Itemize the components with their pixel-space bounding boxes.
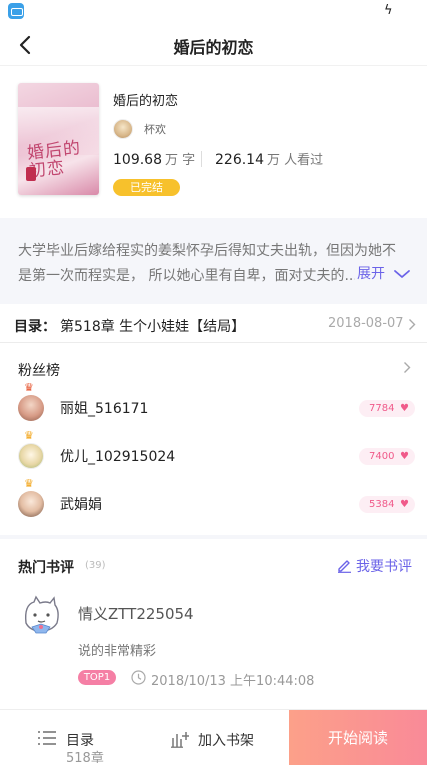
top-badge: TOP1 [78, 670, 116, 685]
chevron-right-icon [404, 362, 411, 373]
page-title: 婚后的初恋 [173, 38, 254, 57]
clock-icon [131, 670, 146, 685]
book-info: 婚后的初恋 婚后的初恋 杯欢 109.68 万 字 226.14 万 人看过 已完结 [0, 66, 427, 216]
chevron-down-icon [394, 270, 411, 278]
write-review-label: 我要书评 [356, 559, 412, 575]
fan-item[interactable]: ♛ 丽姐_516171 7784 ♥ [0, 382, 427, 437]
add-to-shelf-label: 加入书架 [198, 733, 254, 749]
intro-text: 大学毕业后嫁给程实的姜梨怀孕后得知丈夫出轨，但因为她不是第一次而程实是， 所以她… [18, 243, 396, 284]
fan-avatar [18, 443, 44, 469]
reviews-count: (39) [85, 560, 106, 571]
bottom-action-bar: 目录 518章 加入书架 开始阅读 [0, 709, 427, 765]
start-reading-button[interactable]: 开始阅读 [289, 710, 427, 765]
crown-icon: ♛ [24, 429, 34, 442]
author-name[interactable]: 杯欢 [144, 121, 166, 137]
book-intro: 大学毕业后嫁给程实的姜梨怀孕后得知丈夫出轨，但因为她不是第一次而程实是， 所以她… [0, 218, 427, 304]
chapter-count: 518章 [66, 751, 104, 765]
hot-reviews-title: 热门书评 [18, 560, 74, 576]
fan-avatar [18, 395, 44, 421]
word-count: 109.68 万 字 [113, 152, 196, 168]
pen-icon [338, 560, 351, 573]
latest-chapter-row[interactable]: 目录： 第518章 生个小娃娃【结局】 2018-08-07 [0, 305, 427, 343]
cover-title: 婚后的初恋 [26, 138, 83, 182]
add-to-shelf-button[interactable]: 加入书架 [145, 710, 289, 765]
toc-label: 目录： [14, 319, 56, 335]
cover-seal [26, 167, 36, 181]
fan-item[interactable]: ♛ 优儿_102915024 7400 ♥ [0, 430, 427, 485]
fan-avatar [18, 491, 44, 517]
read-count: 226.14 万 人看过 [215, 152, 324, 168]
nav-bar: 婚后的初恋 [0, 24, 427, 66]
toc-button[interactable]: 目录 518章 [0, 710, 145, 765]
charging-bolt-icon: ϟ [384, 3, 393, 18]
reviewer-avatar[interactable] [18, 593, 64, 639]
book-title: 婚后的初恋 [113, 94, 179, 109]
fans-ranking-title: 粉丝榜 [18, 363, 60, 379]
status-bar: ϟ [0, 0, 427, 24]
bookshelf-add-icon [171, 732, 189, 748]
fan-name: 丽姐_516171 [60, 401, 149, 417]
author-avatar[interactable] [113, 119, 133, 139]
app-icon [8, 3, 24, 19]
write-review-button[interactable]: 我要书评 [337, 556, 412, 576]
expand-intro-button[interactable]: 展开 [355, 263, 412, 283]
expand-label: 展开 [357, 266, 385, 282]
reviewer-name[interactable]: 情义ZTT225054 [78, 603, 194, 624]
fan-name: 武娟娟 [60, 497, 102, 513]
review-item[interactable]: 情义ZTT225054 说的非常精彩 TOP1 2018/10/13 上午10:… [0, 590, 427, 700]
list-icon [38, 731, 56, 745]
section-divider [0, 535, 427, 539]
fan-score: 5384 ♥ [359, 496, 415, 513]
review-time: 2018/10/13 上午10:44:08 [151, 674, 315, 689]
fan-name: 优儿_102915024 [60, 449, 176, 465]
chevron-right-icon [409, 319, 416, 330]
stat-divider [201, 151, 202, 167]
book-cover[interactable]: 婚后的初恋 [18, 83, 99, 195]
latest-chapter: 第518章 生个小娃娃【结局】 [60, 319, 246, 335]
fan-score: 7784 ♥ [359, 400, 415, 417]
crown-icon: ♛ [24, 477, 34, 490]
fans-ranking-header[interactable]: 粉丝榜 [0, 343, 427, 389]
completed-badge: 已完结 [113, 179, 180, 196]
heart-icon: ♥ [400, 451, 409, 462]
fan-item[interactable]: ♛ 武娟娟 5384 ♥ [0, 478, 427, 533]
fan-score: 7400 ♥ [359, 448, 415, 465]
heart-icon: ♥ [400, 499, 409, 510]
review-text: 说的非常精彩 [78, 644, 157, 659]
crown-icon: ♛ [24, 381, 34, 394]
chapter-date: 2018-08-07 [328, 316, 404, 331]
hot-reviews-header: 热门书评 (39) 我要书评 [0, 540, 427, 590]
heart-icon: ♥ [400, 403, 409, 414]
